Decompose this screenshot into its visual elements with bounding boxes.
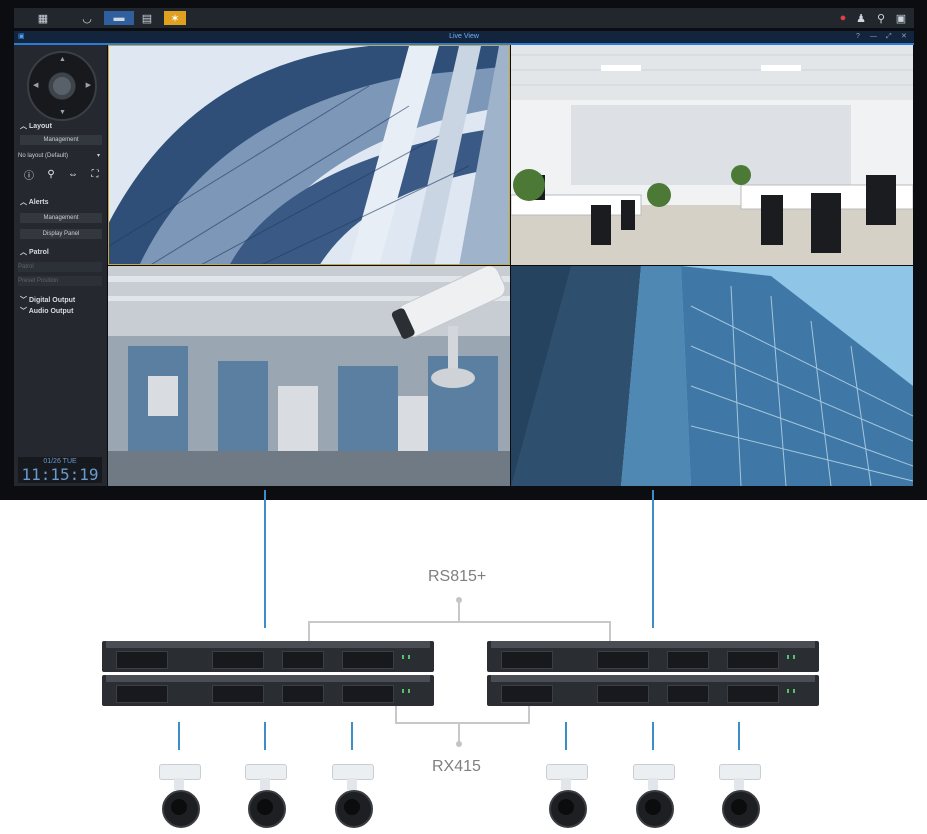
up-arrow-icon[interactable]: ▲ [59,56,66,63]
fit-icon[interactable]: ⇔ [66,167,80,181]
audio-output-header[interactable]: ﹀ Audio Output [20,306,73,316]
chevron-up-icon: ︿ [20,249,27,256]
office-image [511,45,913,265]
live-view-icon[interactable]: ▬ [104,11,134,25]
layout-management-button[interactable]: Management [20,135,102,145]
camera-view-4[interactable] [511,266,913,486]
maximize-button[interactable]: ⤢ [886,31,892,43]
rs815-unit-left [102,641,434,672]
ip-camera-icon [631,764,675,834]
chevron-down-icon: ﹀ [20,308,27,315]
ip-camera-icon [717,764,761,834]
layout-select[interactable]: No layout (Default) ▾ [18,151,102,161]
left-arrow-icon[interactable]: ◀ [33,81,38,89]
grid-icon[interactable]: ▦ [32,11,54,25]
info-icon[interactable]: ⓘ [22,167,36,182]
patrol-header[interactable]: ︿ Patrol [20,247,49,257]
label-dot [456,741,462,747]
camera-line [178,722,180,750]
camera-line [652,722,654,750]
minimize-button[interactable]: — [870,31,877,43]
ptz-joystick[interactable]: ▲ ▼ ◀ ▶ [27,51,97,121]
display-panel-button[interactable]: Display Panel [20,229,102,239]
rx415-unit-right [487,675,819,706]
preset-select[interactable]: Preset Position [18,276,102,286]
chevron-up-icon: ︿ [20,199,27,206]
chevron-down-icon: ﹀ [20,297,27,304]
camera-view-3[interactable] [108,266,510,486]
camera-view-2[interactable] [511,45,913,265]
camera-view-1[interactable] [108,45,510,265]
layout-header[interactable]: ︿ Layout [20,121,52,131]
rx415-label: RX415 [432,758,481,775]
camera-line [738,722,740,750]
taskbar: ▦ ◡ ▬ ▤ ✶ ● ♟ ⚲ ▣ [14,8,914,28]
surveillance-monitor: ▦ ◡ ▬ ▤ ✶ ● ♟ ⚲ ▣ ▣ Live View ? — ⤢ ✕ ▲ … [0,0,927,500]
image-icon[interactable]: ✶ [164,11,186,25]
fullscreen-icon[interactable]: ⛶ [88,167,102,181]
dropdown-icon: ▾ [96,153,100,159]
rx415-unit-left [102,675,434,706]
ip-camera-icon [330,764,374,834]
bracket-line [395,722,530,724]
alerts-header[interactable]: ︿ Alerts [20,197,49,207]
digital-output-header[interactable]: ﹀ Digital Output [20,295,75,305]
glass-building-image [511,266,913,486]
ip-camera-icon [157,764,201,834]
help-button[interactable]: ? [856,31,860,43]
layout-tools: ⓘ ⚲ ⇔ ⛶ [22,167,102,182]
window-title: Live View [449,33,479,40]
connector-line [652,490,654,628]
down-arrow-icon[interactable]: ▼ [59,109,66,116]
clock-time: 11:15:19 [21,465,99,484]
sidebar: ▲ ▼ ◀ ▶ ︿ Layout Management No layout (D… [14,45,107,486]
bracket-line [308,621,610,623]
right-arrow-icon[interactable]: ▶ [86,81,91,89]
bracket-line [458,600,460,622]
search-icon[interactable]: ⚲ [870,11,892,25]
connector-line [264,490,266,628]
user-icon[interactable]: ♟ [850,11,872,25]
close-button[interactable]: ✕ [901,31,907,43]
timeline-icon[interactable]: ▤ [136,11,158,25]
ip-camera-icon [243,764,287,834]
ptz-home-button[interactable] [53,77,71,95]
patrol-select[interactable]: Patrol [18,262,102,272]
shield-icon[interactable]: ◡ [76,11,98,25]
camera-line [351,722,353,750]
camera-line [264,722,266,750]
window-titlebar: ▣ Live View ? — ⤢ ✕ [14,31,914,45]
factory-image [108,266,510,486]
camera-line [565,722,567,750]
atrium-image [109,46,509,264]
rs815-unit-right [487,641,819,672]
rs815-label: RS815+ [428,568,487,585]
chevron-up-icon: ︿ [20,123,27,130]
camera-grid [108,45,913,486]
window-icon[interactable]: ▣ [890,11,912,25]
ip-camera-icon [544,764,588,834]
location-pin-icon[interactable]: ⚲ [44,167,58,181]
alerts-management-button[interactable]: Management [20,213,102,223]
clock-display: 01/26 TUE 11:15:19 [18,457,102,483]
